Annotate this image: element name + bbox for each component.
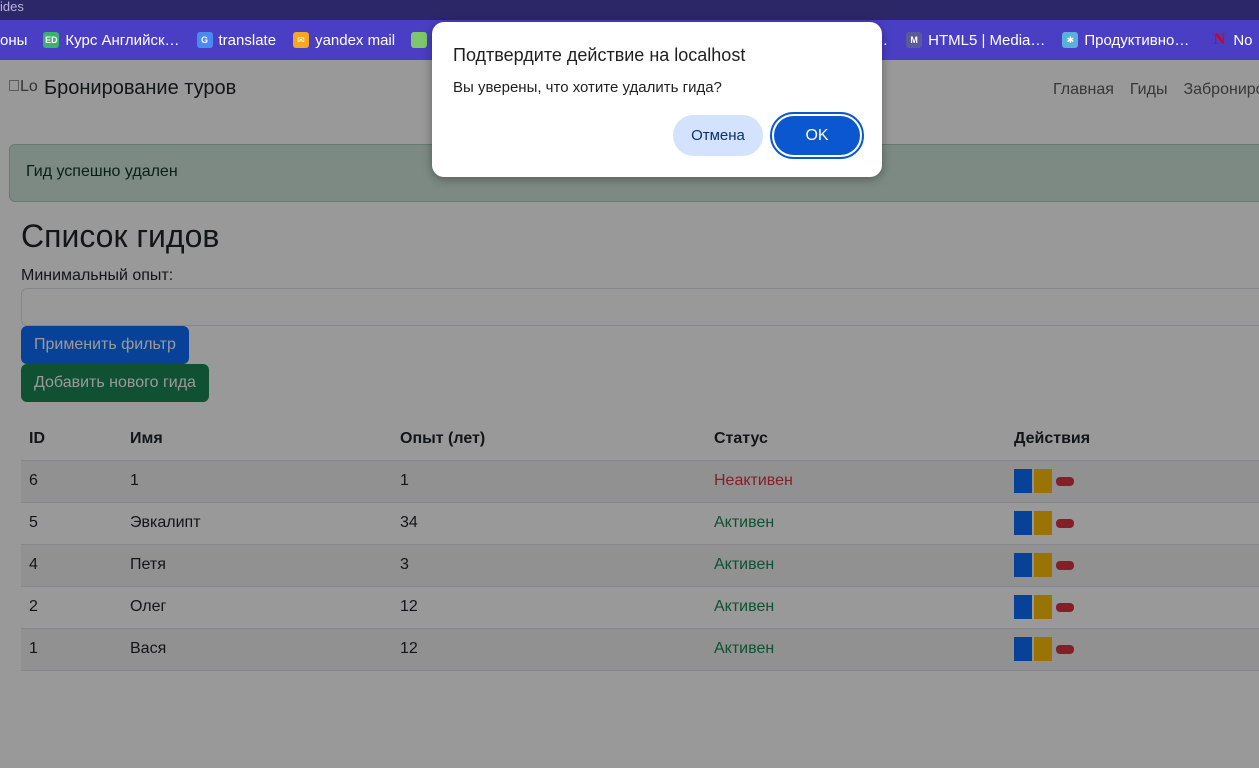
bookmark-label: yandex mail: [315, 31, 396, 49]
browser-title-strip: ides: [0, 0, 1259, 20]
bookmark-label: translate: [218, 31, 277, 49]
bookmark-label: оны: [0, 31, 28, 49]
bookmark-item[interactable]: M HTML5 | Media…: [906, 20, 1045, 60]
dialog-title: Подтвердите действие на localhost: [453, 45, 746, 65]
bookmark-item[interactable]: ED Курс Английск…: [43, 20, 180, 60]
bookmark-item[interactable]: N No: [1211, 20, 1253, 60]
gear-bookmark-icon: ✱: [1062, 32, 1079, 48]
bookmark-item[interactable]: оны: [0, 20, 27, 60]
bookmark-item[interactable]: G translate: [196, 20, 277, 60]
window-title: ides: [0, 0, 24, 14]
bookmark-item[interactable]: ✱ Продуктивно…: [1062, 20, 1189, 60]
dialog-message: Вы уверены, что хотите удалить гида?: [453, 79, 722, 96]
mail-icon: ✉: [293, 32, 310, 48]
bookmark-label: Продуктивно…: [1084, 31, 1190, 49]
bookmark-label: HTML5 | Media…: [928, 31, 1046, 49]
bookmark-label: Курс Английск…: [65, 31, 180, 49]
confirm-dialog: Подтвердите действие на localhost Вы уве…: [432, 22, 882, 177]
bookmark-item[interactable]: [411, 20, 433, 60]
cancel-button[interactable]: Отмена: [673, 115, 763, 156]
bookmark-label: No: [1233, 31, 1253, 49]
m-icon: M: [906, 32, 923, 48]
ed-icon: ED: [43, 32, 60, 48]
green-bookmark-icon: [411, 32, 428, 48]
ok-button[interactable]: OK: [770, 112, 864, 159]
n-icon: N: [1213, 31, 1226, 48]
ok-button-label: OK: [774, 116, 860, 155]
bookmark-item[interactable]: ✉ yandex mail: [293, 20, 395, 60]
translate-icon: G: [196, 32, 213, 48]
